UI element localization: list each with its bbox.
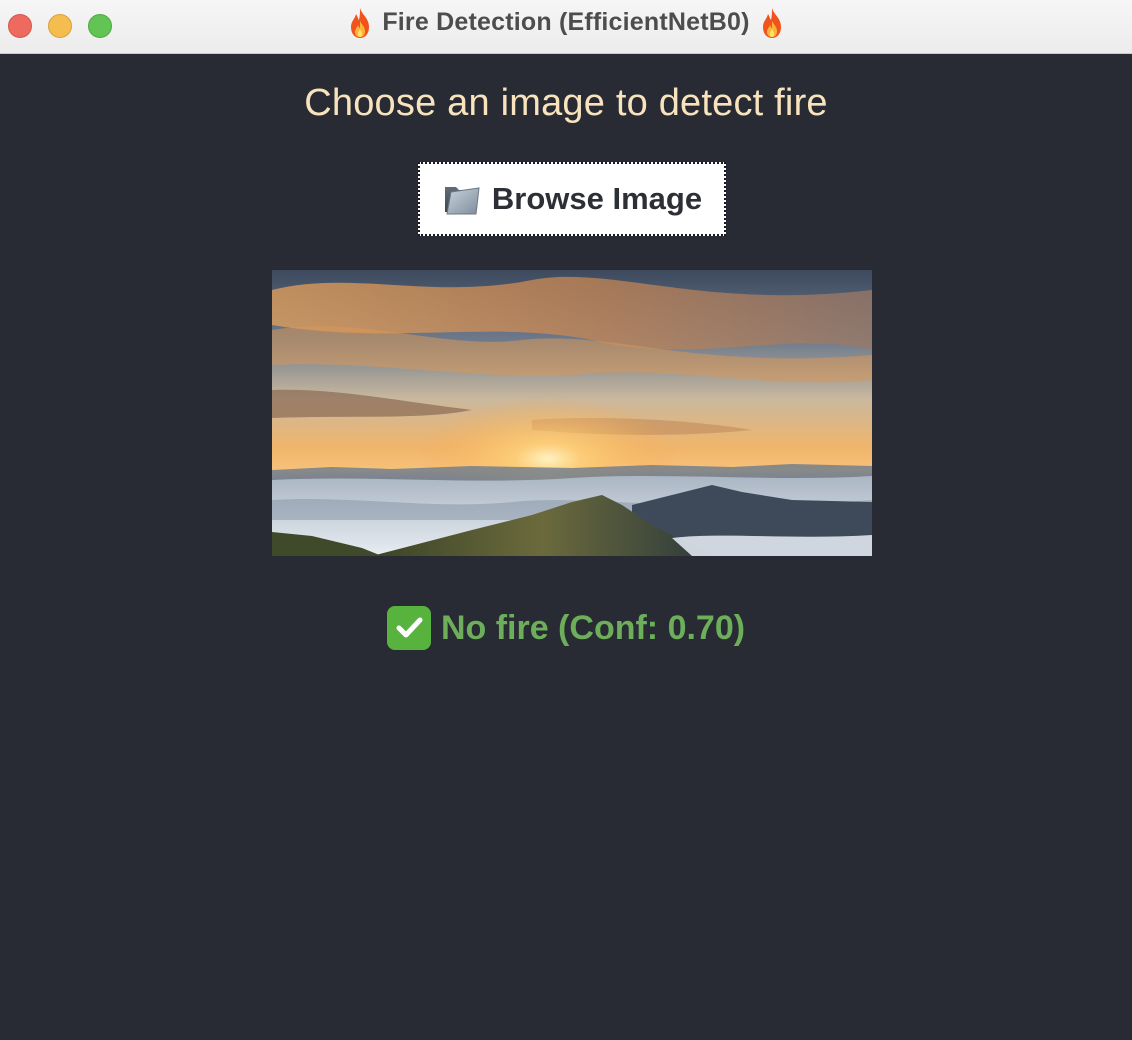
preview-image <box>272 270 872 556</box>
instruction-heading: Choose an image to detect fire <box>304 82 828 124</box>
title-bar: Fire Detection (EfficientNetB0) <box>0 0 1132 54</box>
window-title-group: Fire Detection (EfficientNetB0) <box>0 0 1132 45</box>
window-title: Fire Detection (EfficientNetB0) <box>382 8 750 36</box>
folder-icon <box>444 187 480 215</box>
fire-icon <box>351 7 370 38</box>
result-text: No fire (Conf: 0.70) <box>440 608 746 647</box>
app-window: Fire Detection (EfficientNetB0) Choose a… <box>0 0 1132 1040</box>
fire-icon <box>762 7 781 38</box>
checkmark-icon <box>386 606 431 650</box>
browse-button-label: Browse Image <box>491 181 703 216</box>
detection-result: No fire (Conf: 0.70) <box>0 606 1132 650</box>
browse-image-button[interactable]: Browse Image <box>418 162 726 236</box>
